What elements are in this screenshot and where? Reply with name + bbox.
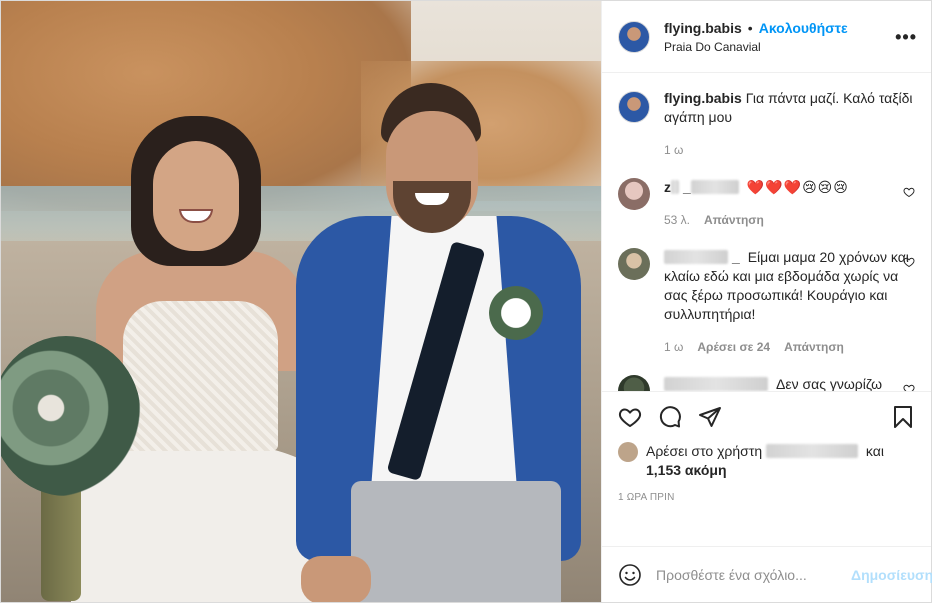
- emoji-icon[interactable]: [618, 563, 642, 587]
- comment-input[interactable]: [656, 566, 837, 583]
- post-photo[interactable]: [1, 1, 601, 602]
- post-comment-button[interactable]: Δημοσίευση: [851, 567, 932, 583]
- commenter-username[interactable]: [664, 376, 772, 391]
- comment-body: _ Είμαι μαμα 20 χρόνων και κλαίω εδώ και…: [664, 248, 915, 357]
- holding-hands: [301, 556, 371, 602]
- reply-button[interactable]: Απάντηση: [784, 338, 844, 357]
- comment-icon[interactable]: [658, 405, 682, 429]
- action-icons: [618, 402, 915, 432]
- groom-pants: [351, 481, 561, 602]
- boutonniere: [489, 286, 543, 340]
- likes-conjunction: και: [865, 443, 884, 459]
- commenter-username[interactable]: z _: [664, 179, 743, 195]
- comment-item: _ Είμαι μαμα 20 χρόνων και κλαίω εδώ και…: [618, 248, 915, 357]
- comment-item: z _ ❤️❤️❤️😢😢😢 53 λ. Απάντηση: [618, 178, 915, 230]
- likes-summary: Αρέσει στο χρήστη και 1,153 ακόμη: [618, 442, 915, 480]
- author-username[interactable]: flying.babis: [664, 20, 742, 36]
- comment-like-icon[interactable]: [903, 383, 915, 391]
- commenter-username[interactable]: _: [664, 249, 740, 265]
- caption-avatar[interactable]: [618, 91, 650, 123]
- likes-count[interactable]: 1,153 ακόμη: [646, 462, 727, 478]
- liker-username[interactable]: [766, 444, 859, 458]
- reply-button[interactable]: Απάντηση: [704, 211, 764, 230]
- comment-meta: 1 ω Αρέσει σε 24 Απάντηση: [664, 338, 915, 357]
- comment-like-icon[interactable]: [903, 186, 915, 198]
- bride-face: [153, 141, 239, 251]
- location-link[interactable]: Praia Do Canavial: [664, 40, 848, 54]
- comment-like-icon[interactable]: [903, 256, 915, 268]
- add-comment-bar: Δημοσίευση: [602, 546, 932, 602]
- comment-item: Δεν σας γνωρίζω προσωπικά αλλά από: [618, 375, 915, 391]
- share-icon[interactable]: [698, 405, 722, 429]
- caption-username[interactable]: flying.babis: [664, 90, 742, 106]
- author-avatar[interactable]: [618, 20, 650, 53]
- comment-time[interactable]: 1 ω: [664, 338, 683, 357]
- heart-icon[interactable]: [618, 405, 642, 429]
- header-text: flying.babis • Ακολουθήστε Praia Do Cana…: [664, 20, 848, 54]
- comment-likes[interactable]: Αρέσει σε 24: [697, 338, 770, 357]
- header-top: flying.babis • Ακολουθήστε: [664, 20, 848, 36]
- more-icon[interactable]: •••: [895, 27, 917, 48]
- liker-avatar[interactable]: [618, 442, 638, 462]
- caption-time[interactable]: 1 ω: [664, 141, 683, 160]
- caption-body: flying.babis Για πάντα μαζί. Καλό ταξίδι …: [664, 89, 915, 160]
- post-header: flying.babis • Ακολουθήστε Praia Do Cana…: [602, 1, 931, 73]
- comment-text: ❤️❤️❤️😢😢😢: [746, 179, 849, 195]
- comment-body: Δεν σας γνωρίζω προσωπικά αλλά από: [664, 375, 915, 391]
- post-sidebar: flying.babis • Ακολουθήστε Praia Do Cana…: [601, 1, 932, 602]
- commenter-avatar[interactable]: [618, 248, 650, 280]
- commenter-avatar[interactable]: [618, 375, 650, 391]
- likes-prefix: Αρέσει στο χρήστη: [646, 443, 763, 459]
- comment-meta: 53 λ. Απάντηση: [664, 211, 915, 230]
- comment-time[interactable]: 53 λ.: [664, 211, 690, 230]
- follow-button[interactable]: Ακολουθήστε: [759, 20, 848, 36]
- separator-dot: •: [747, 19, 753, 36]
- post-modal: flying.babis • Ακολουθήστε Praia Do Cana…: [0, 0, 932, 603]
- wedding-dress-bodice: [123, 301, 278, 451]
- post-actions: Αρέσει στο χρήστη και 1,153 ακόμη 1 ΩΡΑ …: [602, 391, 931, 546]
- comments-list[interactable]: flying.babis Για πάντα μαζί. Καλό ταξίδι …: [602, 73, 931, 391]
- post-timestamp[interactable]: 1 ΩΡΑ ΠΡΙΝ: [618, 492, 915, 503]
- caption: flying.babis Για πάντα μαζί. Καλό ταξίδι …: [618, 89, 915, 160]
- bookmark-icon[interactable]: [891, 405, 915, 429]
- comment-body: z _ ❤️❤️❤️😢😢😢 53 λ. Απάντηση: [664, 178, 915, 230]
- caption-meta: 1 ω: [664, 141, 915, 160]
- likes-text: Αρέσει στο χρήστη και 1,153 ακόμη: [646, 442, 884, 480]
- commenter-avatar[interactable]: [618, 178, 650, 210]
